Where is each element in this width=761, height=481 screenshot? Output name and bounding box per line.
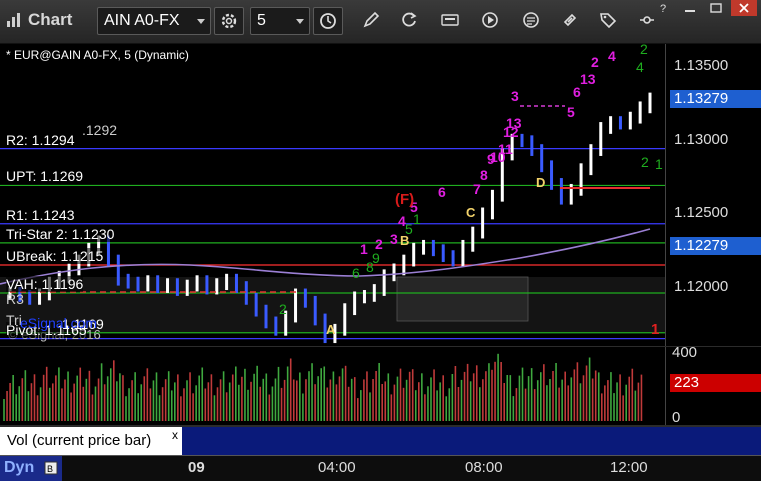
price-tick-label: 1.12500 — [674, 204, 729, 222]
svg-text:B: B — [47, 464, 53, 474]
chart-header: * EUR@GAIN A0-FX, 5 (Dynamic) — [6, 48, 189, 62]
pattern-letter: D — [536, 175, 545, 190]
price-axis[interactable]: 1.13500 1.13000 1.12500 1.12000 1.13279 1.12… — [665, 44, 761, 346]
price-tick-label: 1.13500 — [674, 57, 729, 75]
time-label-1200: 12:00 — [610, 459, 648, 476]
keyboard-icon[interactable] — [440, 10, 460, 30]
magenta-count: 8 — [480, 167, 488, 183]
partial-label: eSignal.com — [20, 315, 98, 331]
magenta-count: 1 — [360, 241, 368, 257]
lock-icon: B — [44, 461, 58, 475]
price-tag: 1.13279 — [670, 89, 761, 108]
chevron-down-icon — [197, 19, 205, 24]
dyn-label: Dyn — [4, 459, 35, 476]
refresh-icon[interactable] — [399, 10, 419, 30]
menu-icon[interactable] — [521, 10, 541, 30]
price-chart-svg: 1 2 3456 789101112135613234124986512ABCD(F)… — [0, 41, 665, 344]
symbol-value: AIN A0-FX — [104, 12, 180, 29]
partial-label: .1292 — [82, 122, 118, 138]
magenta-count: 7 — [473, 181, 481, 197]
gear-icon — [221, 13, 237, 29]
volume-label-bar: Vol (current price bar) x — [0, 427, 665, 455]
maximize-icon[interactable] — [703, 0, 729, 16]
volume-axis: 400 0 223 — [665, 344, 761, 426]
time-label-0800: 08:00 — [465, 459, 503, 476]
close-icon[interactable] — [731, 0, 757, 16]
green-count: 8 — [366, 259, 374, 275]
interval-dropdown[interactable]: 5 — [250, 7, 310, 35]
help-icon[interactable]: ? — [651, 0, 677, 16]
toolbar: Chart AIN A0-FX 5 ? — [0, 0, 761, 44]
dyn-box[interactable]: Dyn B — [0, 456, 62, 481]
magenta-count: 3 — [390, 231, 398, 247]
volume-tick-bottom: 0 — [672, 409, 681, 426]
magenta-count: 4 — [608, 48, 616, 64]
green-count: 1 — [655, 156, 663, 172]
value-area-box — [396, 276, 529, 322]
price-tag: 1.12279 — [670, 236, 761, 255]
volume-study-label[interactable]: Vol (current price bar) — [0, 427, 182, 455]
tag-icon[interactable] — [598, 10, 618, 30]
magenta-count: 2 — [591, 54, 599, 70]
pencil-icon[interactable] — [361, 10, 381, 30]
price-tick-label: 1.12000 — [674, 278, 729, 296]
chevron-down-icon — [296, 19, 304, 24]
green-count: 4 — [636, 59, 644, 75]
time-axis: Dyn B 09 04:00 08:00 12:00 — [0, 455, 761, 481]
play-icon[interactable] — [480, 10, 500, 30]
level-label: Tri-Star 2: 1.1230 — [6, 225, 115, 242]
pattern-letter: C — [466, 205, 476, 220]
interval-clock-button[interactable] — [313, 7, 343, 35]
level-label: R1: 1.1243 — [6, 206, 75, 223]
magenta-count: 6 — [438, 184, 446, 200]
level-label: VAH: 1.1196 — [6, 275, 84, 292]
magenta-count: 13 — [580, 71, 596, 87]
green-count: 2 — [640, 44, 648, 57]
f-mark: (F) — [395, 191, 414, 208]
green-count: 2 — [279, 301, 287, 317]
volume-current-tag: 223 — [670, 374, 761, 392]
green-count: 1 — [413, 211, 421, 227]
partial-label: R3 — [6, 291, 24, 307]
interval-value: 5 — [257, 12, 266, 29]
symbol-settings-button[interactable] — [214, 7, 244, 35]
window-controls: ? — [649, 0, 761, 18]
clock-icon — [320, 13, 336, 29]
symbol-dropdown[interactable]: AIN A0-FX — [97, 7, 211, 35]
red-count: 1 — [651, 321, 659, 338]
volume-close-button[interactable]: x — [172, 428, 178, 442]
time-label-0400: 04:00 — [318, 459, 356, 476]
pattern-letter: A — [326, 322, 336, 337]
magenta-count: 13 — [506, 115, 522, 131]
link-icon[interactable] — [560, 10, 580, 30]
time-label-09: 09 — [188, 459, 205, 476]
volume-label-bar-right — [665, 427, 761, 455]
minimize-icon[interactable] — [677, 0, 703, 16]
green-count: 6 — [352, 265, 360, 281]
level-label: UPT: 1.1269 — [6, 168, 84, 185]
volume-bars-svg — [3, 353, 643, 421]
level-label: UBreak: 1.1215 — [6, 247, 104, 264]
magenta-count: 5 — [567, 104, 575, 120]
volume-tick-top: 400 — [672, 344, 698, 361]
price-tick-label: 1.13000 — [674, 130, 729, 148]
chart-app-icon — [7, 13, 20, 27]
price-chart-pane[interactable]: 1 2 3 4 5 6 7 8 9 10 11 12 13 5 6 13 2 3 4 1 2 4 9 8 6 5 1 2 A B C D (F)… — [0, 41, 665, 346]
magenta-count: 11 — [498, 141, 513, 157]
magenta-count: 3 — [511, 88, 519, 104]
volume-pane[interactable] — [0, 347, 665, 425]
level-label: R2: 1.1294 — [6, 131, 75, 148]
pattern-letter: B — [400, 233, 409, 248]
app-title: Chart — [28, 10, 73, 29]
partial-label: 2 — [641, 154, 649, 170]
svg-text:?: ? — [660, 3, 666, 15]
